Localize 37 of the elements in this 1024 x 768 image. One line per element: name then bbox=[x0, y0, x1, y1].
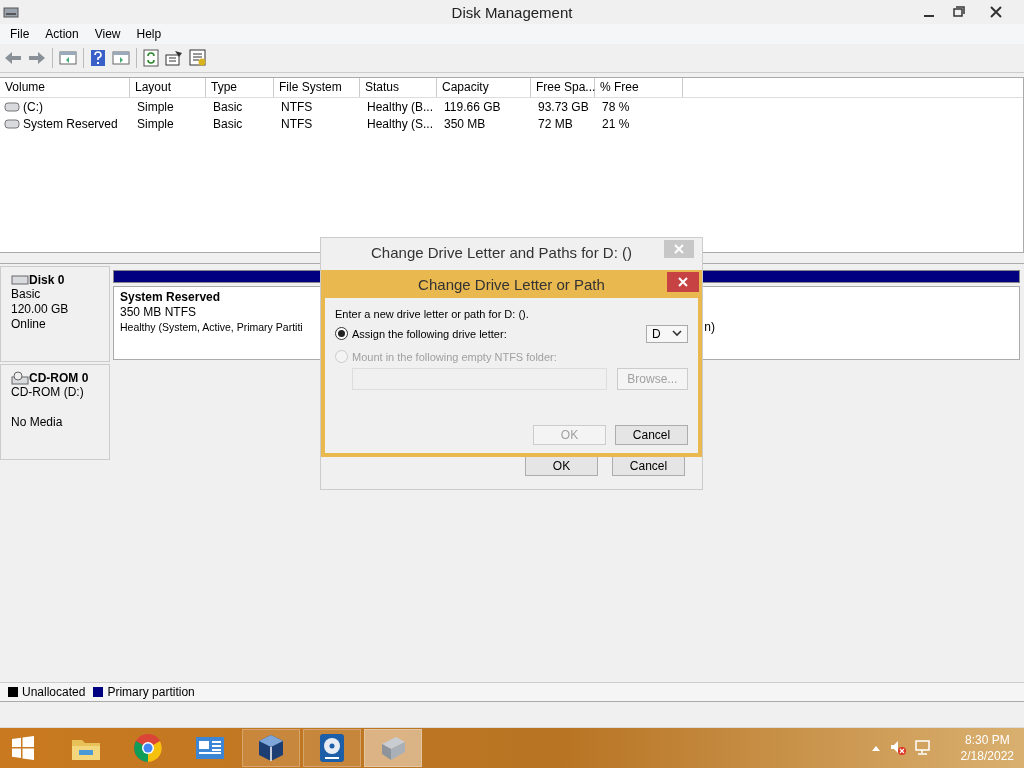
dialog-prompt: Enter a new drive letter or path for D: (). bbox=[335, 307, 530, 322]
table-cell: Basic bbox=[213, 116, 243, 131]
table-cell: 72 MB bbox=[538, 116, 573, 131]
radio-label: Mount in the following empty NTFS folder: bbox=[352, 350, 557, 363]
radio-label: Assign the following drive letter: bbox=[352, 327, 507, 340]
partition-status: Healthy (System, Active, Primary Partiti bbox=[120, 320, 303, 335]
table-cell: (C:) bbox=[23, 99, 43, 114]
partition-status: n) bbox=[704, 320, 715, 335]
table-cell: 78 % bbox=[602, 99, 630, 114]
table-cell: Simple bbox=[137, 116, 174, 131]
table-cell: Basic bbox=[213, 99, 243, 114]
table-cell: 119.66 GB bbox=[444, 99, 501, 114]
disk-info: No Media bbox=[11, 415, 64, 430]
partition-info: 350 MB NTFS bbox=[120, 305, 197, 320]
table-cell: Simple bbox=[137, 99, 174, 114]
disk-name: Disk 0 bbox=[29, 273, 65, 287]
table-cell: Healthy (B... bbox=[367, 99, 434, 114]
legend-label: Unallocated bbox=[22, 685, 86, 699]
window-title: Disk Management bbox=[451, 3, 573, 21]
dialog-title: Change Drive Letter and Paths for D: () bbox=[371, 243, 633, 261]
table-cell: 21 % bbox=[602, 116, 630, 131]
legend-label: Primary partition bbox=[107, 685, 195, 699]
disk-info: 120.00 GB bbox=[11, 302, 70, 317]
time-text: 8:30 PM bbox=[964, 732, 1010, 748]
table-cell: Healthy (S... bbox=[367, 116, 434, 131]
disk-info: CD-ROM (D:) bbox=[11, 385, 85, 400]
dialog-title: Change Drive Letter or Path bbox=[418, 275, 605, 293]
partition-name: System Reserved bbox=[120, 290, 221, 305]
disk-info: Online bbox=[11, 317, 47, 332]
date-text: 2/18/2022 bbox=[960, 748, 1014, 764]
disk-info: Basic bbox=[11, 287, 42, 302]
table-cell: NTFS bbox=[281, 99, 313, 114]
table-cell: System Reserved bbox=[23, 116, 118, 131]
disk-name: CD-ROM 0 bbox=[29, 371, 89, 385]
table-cell: 93.73 GB bbox=[538, 99, 589, 114]
table-cell: NTFS bbox=[281, 116, 313, 131]
table-cell: 350 MB bbox=[444, 116, 486, 131]
